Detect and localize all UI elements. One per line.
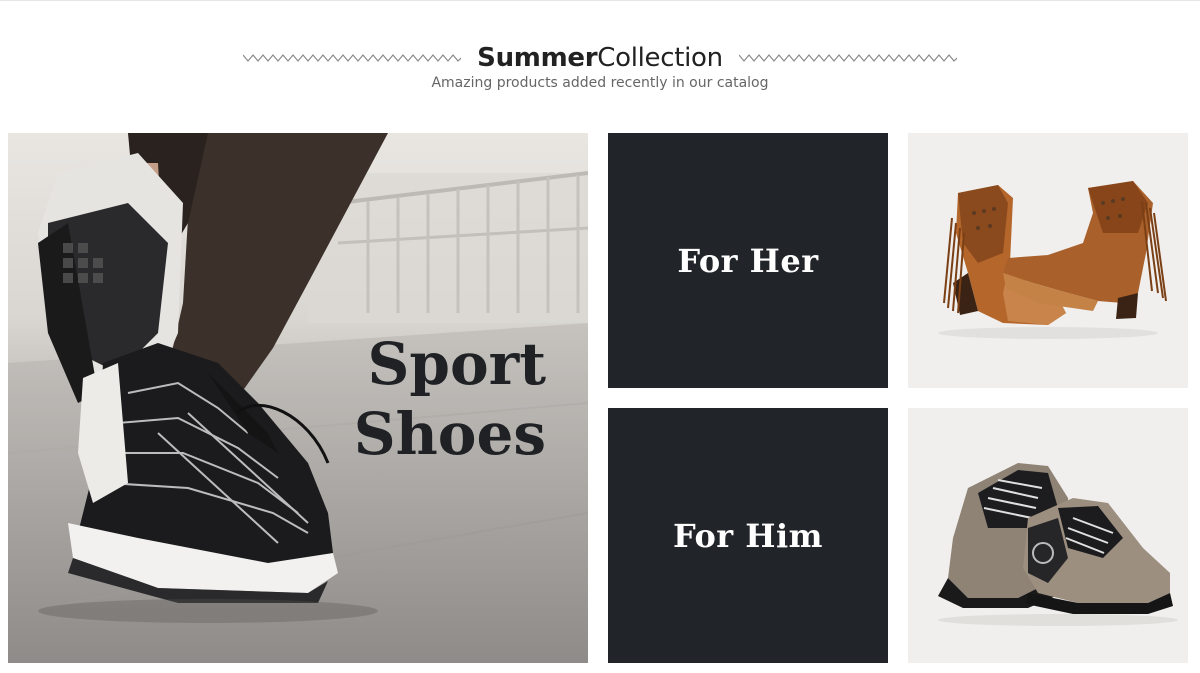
section-subtitle: Amazing products added recently in our c…	[431, 75, 769, 91]
section-header: SummerCollection Amazing products added …	[0, 36, 1200, 98]
metallic-lace-up-shoes-photo	[908, 408, 1188, 663]
section-title-light: Collection	[597, 43, 723, 73]
for-him-label: For Him	[672, 516, 824, 555]
for-her-label: For Her	[677, 241, 819, 280]
section-title: SummerCollection	[477, 40, 723, 76]
sport-shoes-tile[interactable]: Sport Shoes	[8, 133, 588, 663]
section-title-strong: Summer	[477, 43, 598, 73]
sport-shoes-label-line1: Sport	[367, 330, 546, 398]
top-divider	[0, 0, 1200, 1]
zigzag-right-decoration	[738, 54, 957, 62]
zigzag-left-decoration	[243, 54, 462, 62]
brown-fringe-boots-photo	[908, 133, 1188, 388]
sport-shoes-label-line2: Shoes	[353, 400, 546, 468]
for-her-tile[interactable]: For Her	[608, 133, 888, 388]
sneakers-tile[interactable]	[908, 408, 1188, 663]
for-him-tile[interactable]: For Him	[608, 408, 888, 663]
boots-tile[interactable]	[908, 133, 1188, 388]
sport-shoes-label: Sport Shoes	[354, 329, 546, 469]
title-row: SummerCollection	[0, 40, 1200, 76]
